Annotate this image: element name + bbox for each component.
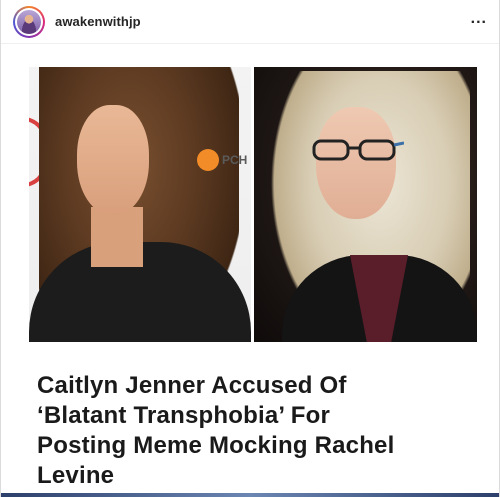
portrait-face: [316, 107, 396, 219]
avatar-image: [17, 10, 41, 34]
headline-line: ‘Blatant Transphobia’ For: [37, 402, 331, 429]
username-link[interactable]: awakenwithjp: [55, 14, 141, 29]
pch-logo-icon: [197, 149, 219, 171]
avatar[interactable]: [13, 6, 45, 38]
instagram-post: awakenwithjp ... PCH Caitlyn Jenner Accu…: [0, 0, 500, 497]
portrait-neck: [91, 207, 143, 267]
post-header: awakenwithjp ...: [1, 0, 499, 44]
photo-right: [254, 67, 477, 342]
more-horizontal-icon[interactable]: ...: [471, 10, 487, 28]
pch-logo: PCH: [197, 149, 247, 171]
post-media[interactable]: PCH Caitlyn Jenner Accused Of ‘Blatant T…: [1, 45, 499, 497]
headline-line: Posting Meme Mocking Rachel: [37, 432, 395, 459]
footer-strip: [1, 493, 499, 497]
headline-line: Caitlyn Jenner Accused Of: [37, 372, 347, 399]
photo-left: PCH: [29, 67, 251, 342]
pch-logo-text: PCH: [222, 153, 248, 167]
portrait-face: [77, 105, 149, 215]
glasses-icon: [312, 139, 404, 161]
post-headline: Caitlyn Jenner Accused Of ‘Blatant Trans…: [37, 371, 477, 491]
headline-line: Levine: [37, 462, 115, 489]
